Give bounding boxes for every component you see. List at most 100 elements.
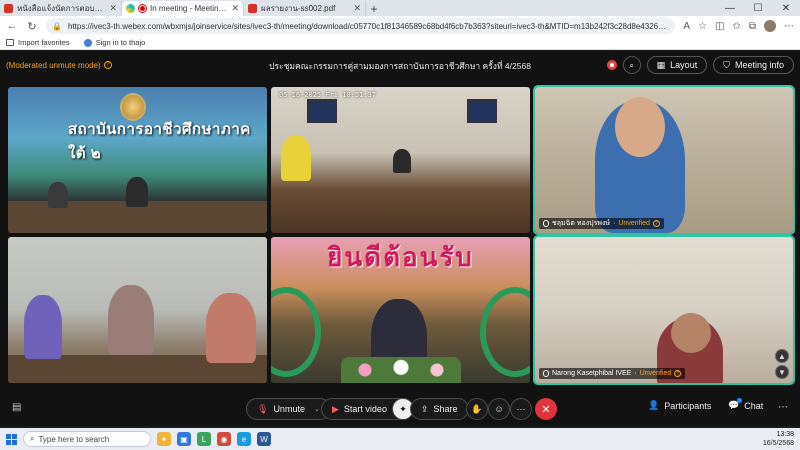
participants-button[interactable]: 👤 Participants (648, 400, 711, 411)
more-label: ··· (516, 404, 526, 414)
unmute-label: Unmute (273, 404, 305, 414)
line-app-icon[interactable]: L (197, 432, 211, 446)
participant-name-tag: Narong Kasetphibal IVEE · Unverified ? (539, 368, 686, 379)
window-controls: — ☐ ✕ (716, 0, 800, 16)
maximize-icon[interactable]: ☐ (744, 0, 772, 16)
participant-figure (281, 135, 311, 181)
pdf-icon (248, 4, 257, 13)
bookmark-label: Import favorites (18, 38, 70, 47)
participant-name: ชลุมฉิต ทองปุรพงษ์ (552, 220, 610, 227)
participant-face (615, 97, 665, 157)
minimize-icon[interactable]: — (716, 0, 744, 16)
new-tab-button[interactable]: + (366, 1, 382, 16)
back-arrow-icon[interactable]: ← (6, 20, 18, 32)
share-screen-icon: ⇪ (421, 403, 429, 414)
meeting-controls: ▤ 🎙 Unmute ⌄ ▶ Start video ⌄ ✦ ⇪ Share ✋… (0, 398, 800, 422)
browser-tab-pdf-1[interactable]: หนังสือแจ้งนัดการตอบตอน.pdf ✕ (0, 1, 122, 16)
close-icon[interactable]: ✕ (231, 3, 239, 14)
browser-tab-bar: หนังสือแจ้งนัดการตอบตอน.pdf ✕ In meeting… (0, 0, 800, 16)
browser-tab-webex[interactable]: In meeting - Meeting - Webex ✕ (122, 1, 244, 16)
scroll-down-icon[interactable]: ▼ (775, 365, 789, 379)
share-label: Share (433, 404, 458, 414)
close-icon[interactable]: ✕ (109, 3, 117, 14)
windows-taskbar: ⌕ Type here to search ✦ ▣ L ◉ e W 13:38 … (0, 428, 800, 450)
participant-figure (206, 293, 256, 363)
layout-label: Layout (670, 60, 698, 70)
room-sign-text: สถาบันการอาชีวศึกษาภาคใต้ ๒ (68, 121, 251, 162)
participant-name: Narong Kasetphibal IVEE (552, 370, 632, 377)
task-view-icon[interactable]: ▣ (177, 432, 191, 446)
participant-figure (48, 182, 68, 208)
video-tile-1[interactable]: สถาบันการอาชีวศึกษาภาคใต้ ๒ (8, 87, 267, 233)
shield-icon: ⛉ (723, 59, 730, 70)
microphone-icon (543, 220, 549, 227)
more-vertical-icon[interactable]: ⋯ (778, 402, 788, 413)
webex-icon (126, 4, 135, 13)
meeting-info-button[interactable]: ⛉ Meeting info (713, 56, 794, 74)
split-screen-icon[interactable]: ◫ (715, 21, 724, 32)
decor-naga (480, 287, 530, 377)
recording-icon[interactable] (606, 60, 617, 70)
top-bar-actions: ⌕ ▦ Layout ⛉ Meeting info (606, 56, 794, 74)
close-window-icon[interactable]: ✕ (772, 0, 800, 16)
layout-button[interactable]: ▦ Layout (646, 56, 708, 74)
video-tile-2[interactable]: 05-16-2025 Fri 10:51:37 (271, 87, 530, 233)
reload-icon[interactable]: ↻ (26, 20, 38, 33)
bookmark-sign-in[interactable]: Sign in to thajo (83, 38, 145, 47)
tab-title: In meeting - Meeting - Webex (150, 4, 227, 13)
moderated-unmute-mode[interactable]: (Moderated unmute mode) ? (6, 61, 112, 70)
decor-naga (271, 287, 321, 377)
layout-icon: ▦ (656, 59, 666, 70)
close-icon[interactable]: ✕ (353, 3, 361, 14)
microphone-icon (543, 370, 549, 377)
chat-button[interactable]: 💬 Chat (728, 398, 763, 411)
reactions-icon[interactable]: ☺ (488, 398, 510, 420)
video-tile-6[interactable]: Narong Kasetphibal IVEE · Unverified ? ▲… (533, 235, 795, 385)
more-options-button[interactable]: ··· (510, 398, 532, 420)
windows-start-icon[interactable] (6, 433, 17, 445)
flower-arrangement (341, 357, 461, 383)
browser-tab-pdf-2[interactable]: ผลรายงาน-ss002.pdf ✕ (244, 1, 366, 16)
search-icon[interactable]: ⌕ (622, 56, 641, 74)
system-clock[interactable]: 13:38 16/5/2568 (763, 430, 794, 448)
video-tile-4[interactable] (8, 237, 267, 383)
recording-indicator-icon (138, 4, 147, 13)
muted-microphone-icon: 🎙 (257, 403, 269, 414)
chat-bubble-icon: 💬 (728, 398, 743, 411)
video-tile-3[interactable]: ชลุมฉิต ทองปุรพงษ์ · Unverified ? (533, 85, 795, 235)
browser-toolbar: A ☆ ◫ ✩ ⧉ ⋯ (683, 20, 794, 32)
info-icon[interactable]: ? (652, 220, 660, 227)
word-icon[interactable]: W (257, 432, 271, 446)
taskbar-search[interactable]: ⌕ Type here to search (23, 431, 151, 447)
edge-icon[interactable]: e (237, 432, 251, 446)
share-button[interactable]: ⇪ Share (410, 398, 469, 420)
url-field[interactable]: 🔒 https://ivec3-th.webex.com/wbxmjs/join… (46, 18, 676, 34)
info-icon[interactable]: ? (103, 61, 112, 69)
raise-hand-icon[interactable]: ✋ (466, 398, 488, 420)
participant-figure (24, 295, 62, 359)
profile-avatar[interactable] (764, 20, 776, 32)
participant-name-tag: ชลุมฉิต ทองปุรพงษ์ · Unverified ? (539, 218, 664, 229)
end-call-button[interactable]: ✕ (535, 398, 557, 420)
captions-icon[interactable]: ▤ (12, 402, 21, 413)
bookmarks-bar: Import favorites Sign in to thajo (0, 36, 800, 50)
favorites-icon[interactable]: ✩ (732, 21, 740, 32)
moderated-mode-label: (Moderated unmute mode) (6, 60, 101, 70)
collections-icon[interactable]: ⧉ (749, 21, 756, 32)
video-tile-5[interactable]: ยินดีต้อนรับ (271, 237, 530, 383)
bookmark-import-favorites[interactable]: Import favorites (6, 38, 70, 47)
chrome-icon[interactable]: ◉ (217, 432, 231, 446)
scroll-up-icon[interactable]: ▲ (775, 349, 789, 363)
url-text: https://ivec3-th.webex.com/wbxmjs/joinse… (67, 21, 670, 31)
chevron-down-icon[interactable]: ⌄ (314, 405, 320, 413)
copilot-icon[interactable]: ✦ (157, 432, 171, 446)
favorite-star-icon[interactable]: ☆ (698, 21, 707, 32)
participant-figure (126, 177, 148, 207)
webex-meeting-app: (Moderated unmute mode) ? ประชุมคณะกรรมก… (0, 51, 800, 426)
folder-icon (6, 39, 14, 46)
info-icon[interactable]: ? (674, 370, 682, 377)
more-options-icon[interactable]: ⋯ (784, 21, 794, 32)
site-icon (83, 38, 92, 47)
unmute-button[interactable]: 🎙 Unmute ⌄ (246, 398, 331, 420)
read-aloud-icon[interactable]: A (683, 21, 690, 32)
